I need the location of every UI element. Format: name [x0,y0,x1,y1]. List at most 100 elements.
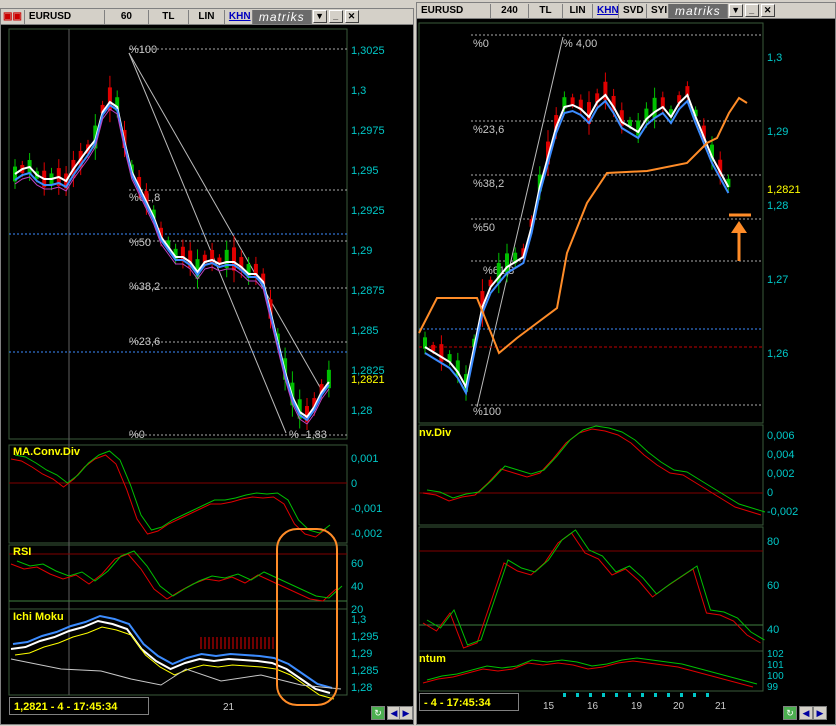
macd-tick: -0,001 [351,503,382,515]
right-panel-2 [418,526,764,652]
right-chart-canvas: %0% 4,00%23,6%38,2%50%61,8%1001,31,291,2… [418,22,801,712]
price-tick: 1,26 [767,348,788,360]
session-marker [576,693,579,697]
macd-tick: -0,002 [767,506,798,518]
mom-tick: 102 [767,649,784,660]
macd-tick: 0 [351,478,357,490]
macd-tick: 0,006 [767,430,795,442]
price-tick: 1,28 [767,200,788,212]
rsi-tick: 40 [351,581,363,593]
session-marker [589,693,592,697]
price-tick: 1,2875 [351,285,385,297]
rsi-tick: 80 [767,536,779,548]
refresh-icon[interactable]: ↻ [371,706,385,720]
highlight-oval [276,528,338,706]
session-marker [628,693,631,697]
price-tick: 1,3025 [351,45,385,57]
session-marker [680,693,683,697]
session-marker [693,693,696,697]
price-tick: 1,285 [351,325,379,337]
session-marker [563,693,566,697]
price-tick: 1,2925 [351,205,385,217]
refresh-icon[interactable]: ↻ [783,706,797,720]
left-panel-2 [8,544,348,610]
fib-label: %38,2 [473,178,504,190]
price-tick: 1,28 [351,405,372,417]
session-marker [667,693,670,697]
momentum-label: ntum [419,653,446,665]
fib-label: %0 [129,429,145,441]
date-label: 15 [543,701,555,712]
scroll-right-icon[interactable]: ▶ [399,706,413,720]
right-panel-3 [418,650,764,692]
session-marker [641,693,644,697]
mom-tick: 101 [767,660,784,671]
price-tick: 1,2975 [351,125,385,137]
price-tick: 1,3 [767,52,782,64]
scroll-right-icon[interactable]: ▶ [813,706,827,720]
price-tick: 1,3 [351,85,366,97]
candle-body [570,97,575,105]
ichi-tick: 1,28 [351,682,372,694]
left-chart-window: ▣▣ EURUSD 60 TL LIN KHN matriks ▼ _ ✕ 1,… [0,8,414,725]
ma-white [424,93,730,390]
price-tick: 1,295 [351,165,379,177]
current-price-label: 1,2821 [351,374,385,386]
macd-signal [422,428,762,516]
right-panel-1 [418,424,764,526]
fib-label: %0 [473,38,489,50]
session-marker [706,693,709,697]
rsi-tick: 60 [767,580,779,592]
rsi-line-2 [426,529,765,646]
arrow-head [731,221,747,233]
fib-label: %100 [129,44,157,56]
price-tick: 1,29 [767,126,788,138]
candle-body [210,249,215,265]
ma-blue [14,103,330,422]
macd-tick: 0,002 [767,468,795,480]
rsi-line [422,532,761,649]
macd-label: nv.Div [419,427,452,439]
fib-label: % -1,83 [289,429,327,441]
rsi-label: RSI [13,546,32,558]
ichi-tick: 1,295 [351,631,379,643]
rsi-line [10,553,337,602]
price-tick: 1,27 [767,274,788,286]
macd-label: MA.Conv.Div [13,446,81,458]
date-label: 21 [715,701,727,712]
macd-tick: 0,001 [351,453,379,465]
current-price-label: 1,2821 [767,184,801,196]
fib-label: %50 [129,237,151,249]
trend-line [128,52,287,434]
right-status-bar: - 4 - 17:45:34 [419,693,519,711]
session-marker [654,693,657,697]
candle-body [439,344,444,362]
ichi-tick: 1,285 [351,665,379,677]
macd-line [426,425,766,513]
price-tick: 1,29 [351,245,372,257]
left-status-bar: 1,2821 - 4 - 17:45:34 [9,697,149,715]
scroll-left-icon[interactable]: ◀ [799,706,813,720]
fib-label: % 4,00 [563,38,597,50]
ma-blue [424,99,730,396]
mom-tick: 100 [767,671,784,682]
fib-label: %23,6 [129,336,160,348]
ichi-tick: 1,29 [351,648,372,660]
date-label: 20 [673,701,685,712]
macd-tick: 0 [767,487,773,499]
macd-tick: 0,004 [767,449,795,461]
left-date-label: 21 [223,702,235,713]
date-label: 19 [631,701,643,712]
rsi-tick: 60 [351,558,363,570]
fib-label: %23,6 [473,124,504,136]
rsi-tick: 40 [767,624,779,636]
macd-signal [10,454,327,538]
macd-line [14,450,331,534]
session-marker [602,693,605,697]
ichi-tick: 1,3 [351,614,366,626]
mom-tick: 99 [767,682,779,693]
fib-label: %50 [473,222,495,234]
macd-tick: -0,002 [351,528,382,540]
fib-label: %38,2 [129,281,160,293]
right-chart-window: EURUSD 240 TL LIN KHN SVD SYI matriks ▼ … [416,2,836,725]
